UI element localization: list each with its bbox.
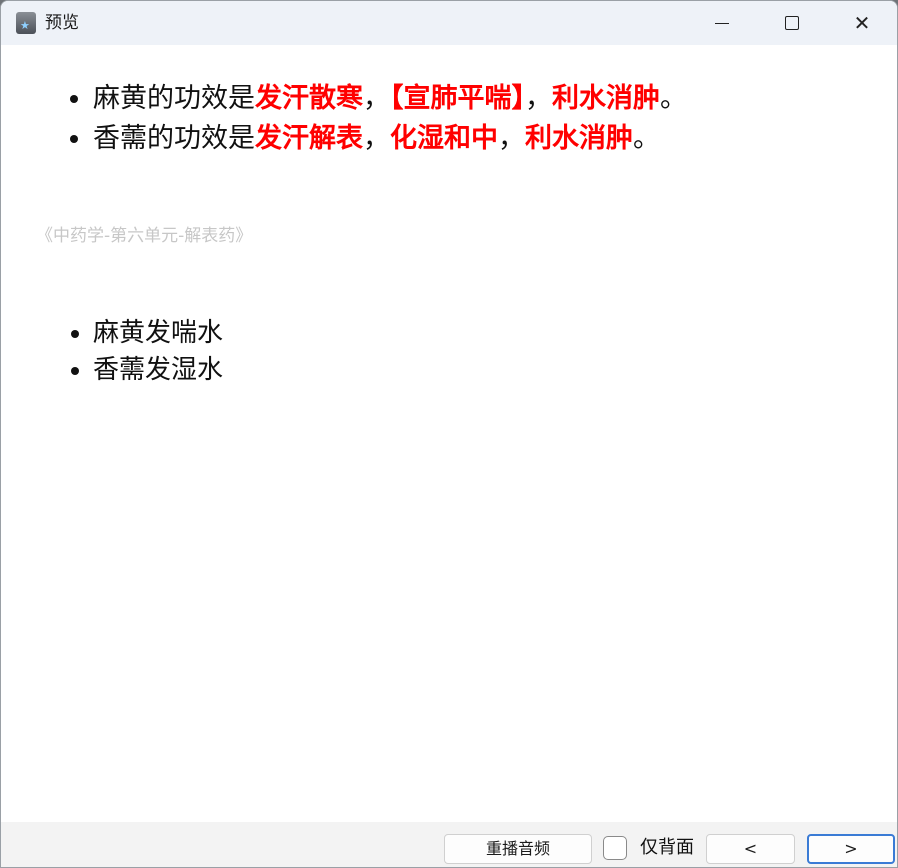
replay-audio-button[interactable]: 重播音频 — [444, 834, 592, 864]
highlight-text: 【宣肺平喘】 — [390, 83, 525, 114]
separator: ， — [363, 83, 390, 114]
separator: ， — [525, 83, 552, 114]
item-end: 。 — [660, 83, 687, 114]
item-text: 香薷的功效是 — [93, 123, 255, 154]
close-icon: ✕ — [853, 11, 871, 35]
app-star-icon: ★ — [16, 12, 36, 34]
bottom-toolbar: 重播音频 仅背面 < > — [1, 822, 897, 867]
highlight-text: 发汗解表 — [255, 123, 363, 154]
maximize-icon — [785, 16, 799, 30]
minimize-icon — [715, 22, 729, 24]
preview-window: ★ 预览 ✕ 麻黄的功效是发汗散寒，【宣肺平喘】，利水消肿。 香薷的功效是发汗解… — [0, 0, 898, 868]
highlight-text: 利水消肿 — [525, 123, 633, 154]
title-bar[interactable]: ★ 预览 ✕ — [1, 1, 897, 45]
previous-button[interactable]: < — [706, 834, 795, 864]
close-button[interactable]: ✕ — [827, 1, 897, 45]
list-item: 麻黄的功效是发汗散寒，【宣肺平喘】，利水消肿。 — [93, 79, 687, 119]
back-only-checkbox[interactable] — [603, 836, 627, 860]
minimize-button[interactable] — [687, 1, 757, 45]
list-item: 香薷发湿水 — [93, 352, 223, 389]
item-end: 。 — [633, 123, 660, 154]
back-list: 麻黄发喘水 香薷发湿水 — [65, 315, 223, 389]
window-title: 预览 — [45, 13, 79, 33]
highlight-text: 化湿和中 — [390, 123, 498, 154]
list-item: 麻黄发喘水 — [93, 315, 223, 352]
item-text: 麻黄的功效是 — [93, 83, 255, 114]
list-item: 香薷的功效是发汗解表，化湿和中，利水消肿。 — [93, 119, 687, 159]
highlight-text: 发汗散寒 — [255, 83, 363, 114]
separator: ， — [363, 123, 390, 154]
maximize-button[interactable] — [757, 1, 827, 45]
next-button[interactable]: > — [807, 834, 895, 864]
back-only-label[interactable]: 仅背面 — [640, 837, 694, 859]
card-content: 麻黄的功效是发汗散寒，【宣肺平喘】，利水消肿。 香薷的功效是发汗解表，化湿和中，… — [1, 45, 897, 822]
highlight-text: 利水消肿 — [552, 83, 660, 114]
front-list: 麻黄的功效是发汗散寒，【宣肺平喘】，利水消肿。 香薷的功效是发汗解表，化湿和中，… — [65, 79, 687, 159]
source-reference: 《中药学-第六单元-解表药》 — [36, 226, 253, 246]
separator: ， — [498, 123, 525, 154]
